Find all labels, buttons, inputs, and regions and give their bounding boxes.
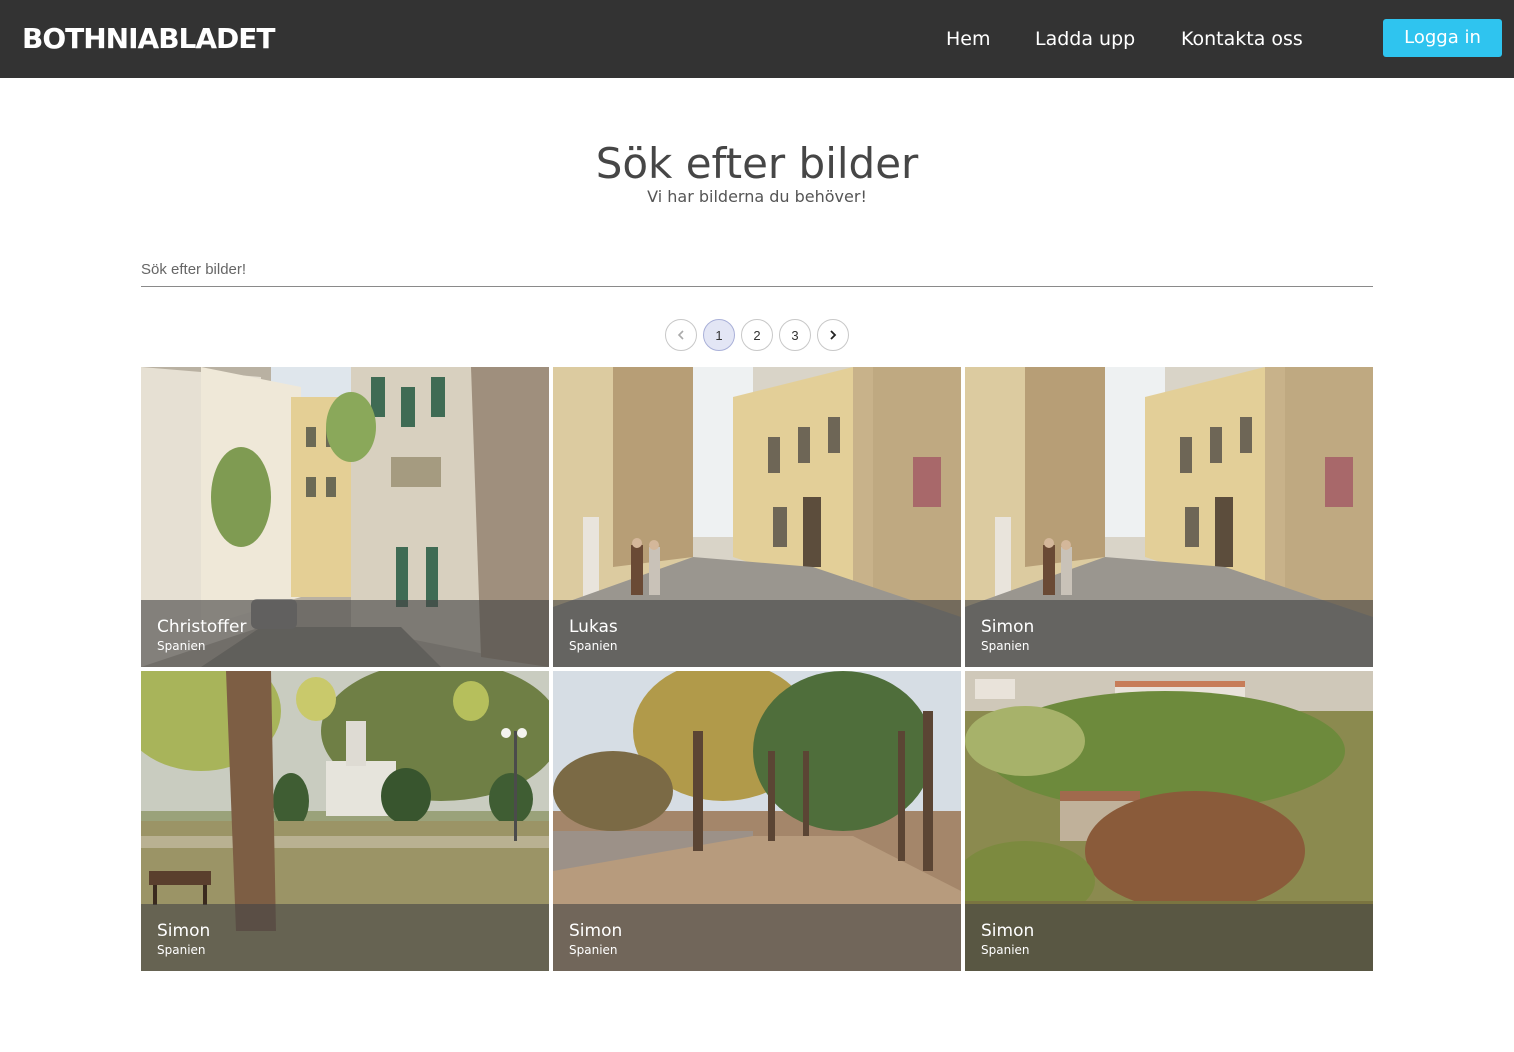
brand-logo[interactable]: BOTHNIABLADET — [22, 20, 276, 58]
pagination-page-3[interactable]: 3 — [779, 319, 811, 351]
photo-location: Spanien — [569, 639, 618, 653]
photo-caption: Simon Spanien — [965, 904, 1373, 971]
gallery-card[interactable]: Lukas Spanien — [553, 367, 961, 667]
page-subtitle: Vi har bilderna du behöver! — [647, 187, 867, 206]
pagination-page-1[interactable]: 1 — [703, 319, 735, 351]
photo-location: Spanien — [157, 639, 206, 653]
nav-home-link[interactable]: Hem — [946, 24, 991, 54]
pagination-page-2[interactable]: 2 — [741, 319, 773, 351]
photographer-name: Simon — [981, 617, 1035, 637]
gallery-card[interactable]: Simon Spanien — [141, 671, 549, 971]
photo-caption: Christoffer Spanien — [141, 600, 549, 667]
photographer-name: Christoffer — [157, 617, 247, 637]
gallery-card[interactable]: Simon Spanien — [965, 671, 1373, 971]
photo-caption: Simon Spanien — [553, 904, 961, 971]
search-input[interactable] — [141, 256, 1373, 287]
photo-caption: Simon Spanien — [965, 600, 1373, 667]
pagination-next-button[interactable] — [817, 319, 849, 351]
photographer-name: Simon — [569, 921, 623, 941]
chevron-right-icon — [830, 330, 837, 340]
photo-location: Spanien — [569, 943, 618, 957]
chevron-left-icon — [677, 330, 684, 340]
photo-location: Spanien — [981, 943, 1030, 957]
login-button[interactable]: Logga in — [1383, 19, 1502, 57]
nav-contact-link[interactable]: Kontakta oss — [1181, 24, 1303, 54]
pagination: 1 2 3 — [665, 319, 849, 351]
photographer-name: Simon — [157, 921, 211, 941]
photographer-name: Lukas — [569, 617, 618, 637]
page-title: Sök efter bilder — [595, 139, 919, 188]
photographer-name: Simon — [981, 921, 1035, 941]
gallery-card[interactable]: Simon Spanien — [965, 367, 1373, 667]
photo-caption: Simon Spanien — [141, 904, 549, 971]
photo-location: Spanien — [157, 943, 206, 957]
photo-location: Spanien — [981, 639, 1030, 653]
photo-caption: Lukas Spanien — [553, 600, 961, 667]
navbar: BOTHNIABLADET Hem Ladda upp Kontakta oss… — [0, 0, 1514, 78]
nav-upload-link[interactable]: Ladda upp — [1035, 24, 1135, 54]
gallery-card[interactable]: Christoffer Spanien — [141, 367, 549, 667]
gallery-card[interactable]: Simon Spanien — [553, 671, 961, 971]
pagination-prev-button[interactable] — [665, 319, 697, 351]
